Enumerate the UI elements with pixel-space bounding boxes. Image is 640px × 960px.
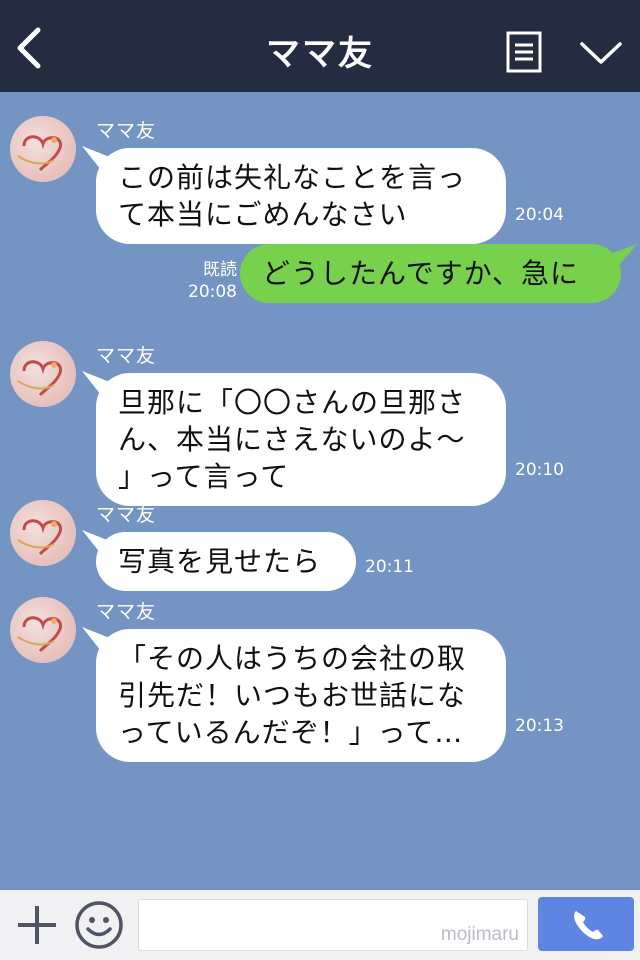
read-status: 既読 20:08 xyxy=(185,259,237,303)
sender-name: ママ友 xyxy=(96,504,157,526)
avatar[interactable] xyxy=(10,500,76,566)
message-time: 20:13 xyxy=(515,716,564,736)
document-list-icon xyxy=(506,31,542,73)
sender-name: ママ友 xyxy=(96,120,157,142)
message-time: 20:04 xyxy=(515,205,564,225)
chevron-down-icon xyxy=(580,42,622,64)
avatar[interactable] xyxy=(10,341,76,407)
heart-ring-icon xyxy=(17,135,63,172)
sender-name: ママ友 xyxy=(96,601,157,623)
watermark-text: mojimaru xyxy=(440,924,519,945)
heart-ring-icon xyxy=(17,360,63,397)
message-input[interactable]: mojimaru xyxy=(138,899,528,951)
expand-menu-button[interactable] xyxy=(578,38,624,68)
emoji-button[interactable] xyxy=(74,900,124,950)
add-button[interactable] xyxy=(14,902,60,948)
message-time: 20:11 xyxy=(365,557,414,577)
chat-area[interactable]: ママ友 この前は失礼なことを言っ て本当にごめんなさい 20:04 既読 20:… xyxy=(0,92,640,890)
heart-ring-icon xyxy=(17,616,63,653)
notes-menu-button[interactable] xyxy=(506,31,542,73)
heart-ring-icon xyxy=(17,519,63,556)
chat-title: ママ友 xyxy=(266,34,374,74)
phone-icon xyxy=(574,911,603,940)
chat-header: ママ友 xyxy=(0,0,640,92)
input-bar: mojimaru xyxy=(0,890,640,960)
sender-name: ママ友 xyxy=(96,345,157,367)
message-bubble[interactable]: 「その人はうちの会社の取 引先だ！いつもお世話にな っているんだぞ！」って… xyxy=(96,629,506,762)
plus-icon xyxy=(18,906,56,944)
message-bubble[interactable]: 写真を見せたら xyxy=(96,532,356,591)
message-bubble-outgoing[interactable]: どうしたんですか、急に xyxy=(240,244,621,303)
message-bubble[interactable]: この前は失礼なことを言っ て本当にごめんなさい xyxy=(96,148,506,244)
avatar[interactable] xyxy=(10,116,76,182)
message-time: 20:08 xyxy=(188,282,237,302)
message-bubble[interactable]: 旦那に「〇〇さんの旦那さ ん、本当にさえないのよ〜 」って言って xyxy=(96,373,506,506)
avatar[interactable] xyxy=(10,597,76,663)
message-time: 20:10 xyxy=(515,460,564,480)
smiley-icon xyxy=(75,901,123,949)
read-label: 既読 xyxy=(203,260,237,280)
call-button[interactable] xyxy=(538,897,634,951)
